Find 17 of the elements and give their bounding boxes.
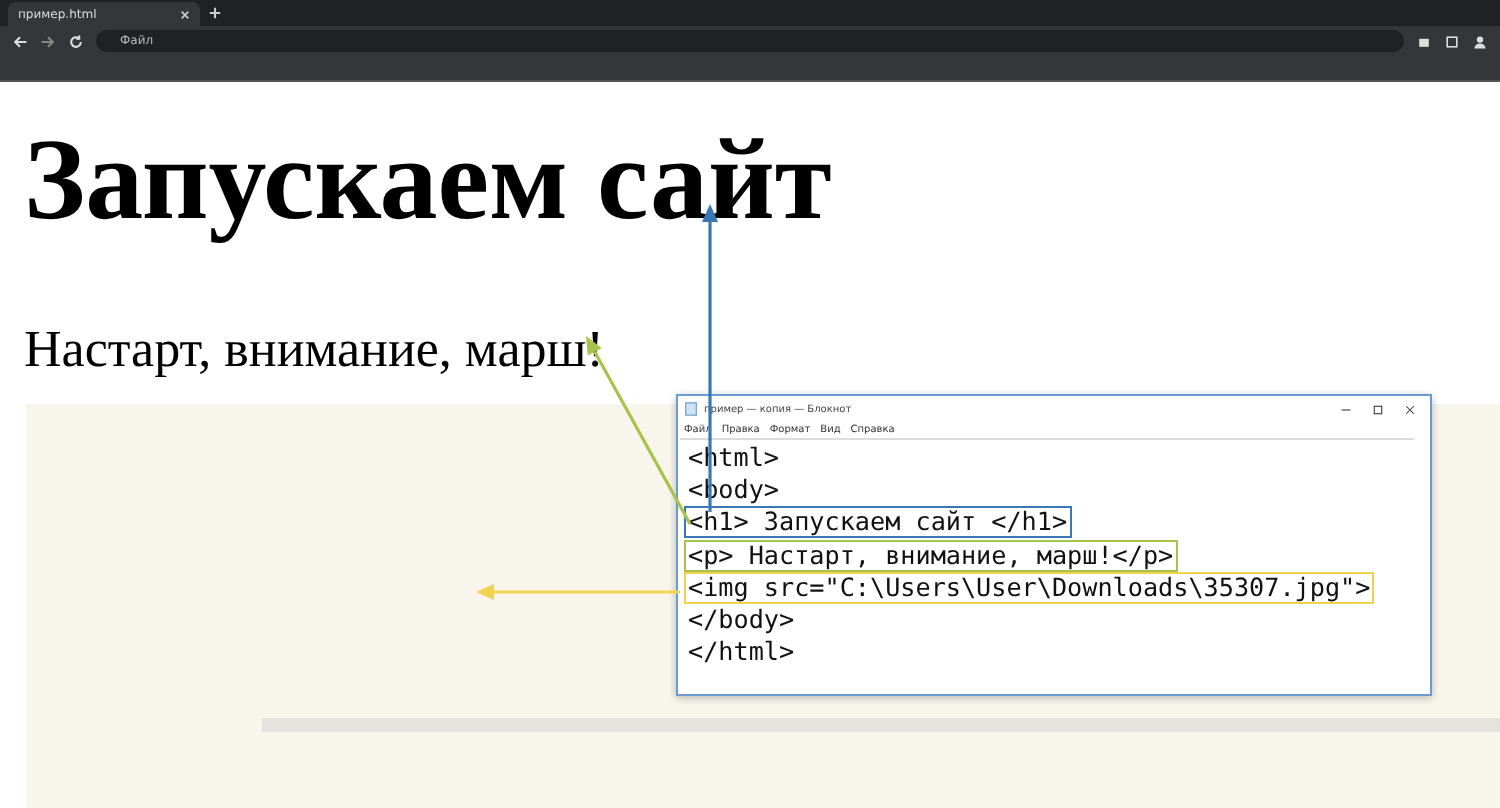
profile-icon[interactable]	[1472, 33, 1488, 49]
forward-icon[interactable]	[40, 33, 56, 49]
minimize-icon[interactable]	[1340, 403, 1352, 415]
code-line: <img src="C:\Users\User\Downloads\35307.jpg">	[686, 573, 1373, 602]
page-heading: Запускаем сайт	[24, 116, 832, 244]
code-line: <h1> Запускаем сайт </h1>	[686, 508, 1070, 537]
code-line: <p> Настарт, внимание, марш!</p>	[686, 541, 1176, 570]
code-line: </body>	[686, 606, 797, 635]
maximize-icon[interactable]	[1372, 403, 1384, 415]
notepad-icon	[684, 402, 698, 416]
reload-icon[interactable]	[68, 33, 84, 49]
sidebar-icon[interactable]	[1444, 33, 1460, 49]
new-tab-icon[interactable]	[208, 6, 222, 20]
page-paragraph: Настарт, внимание, марш!	[24, 320, 604, 380]
close-icon[interactable]	[1404, 403, 1416, 415]
back-icon[interactable]	[12, 33, 28, 49]
code-line: </html>	[686, 638, 797, 667]
